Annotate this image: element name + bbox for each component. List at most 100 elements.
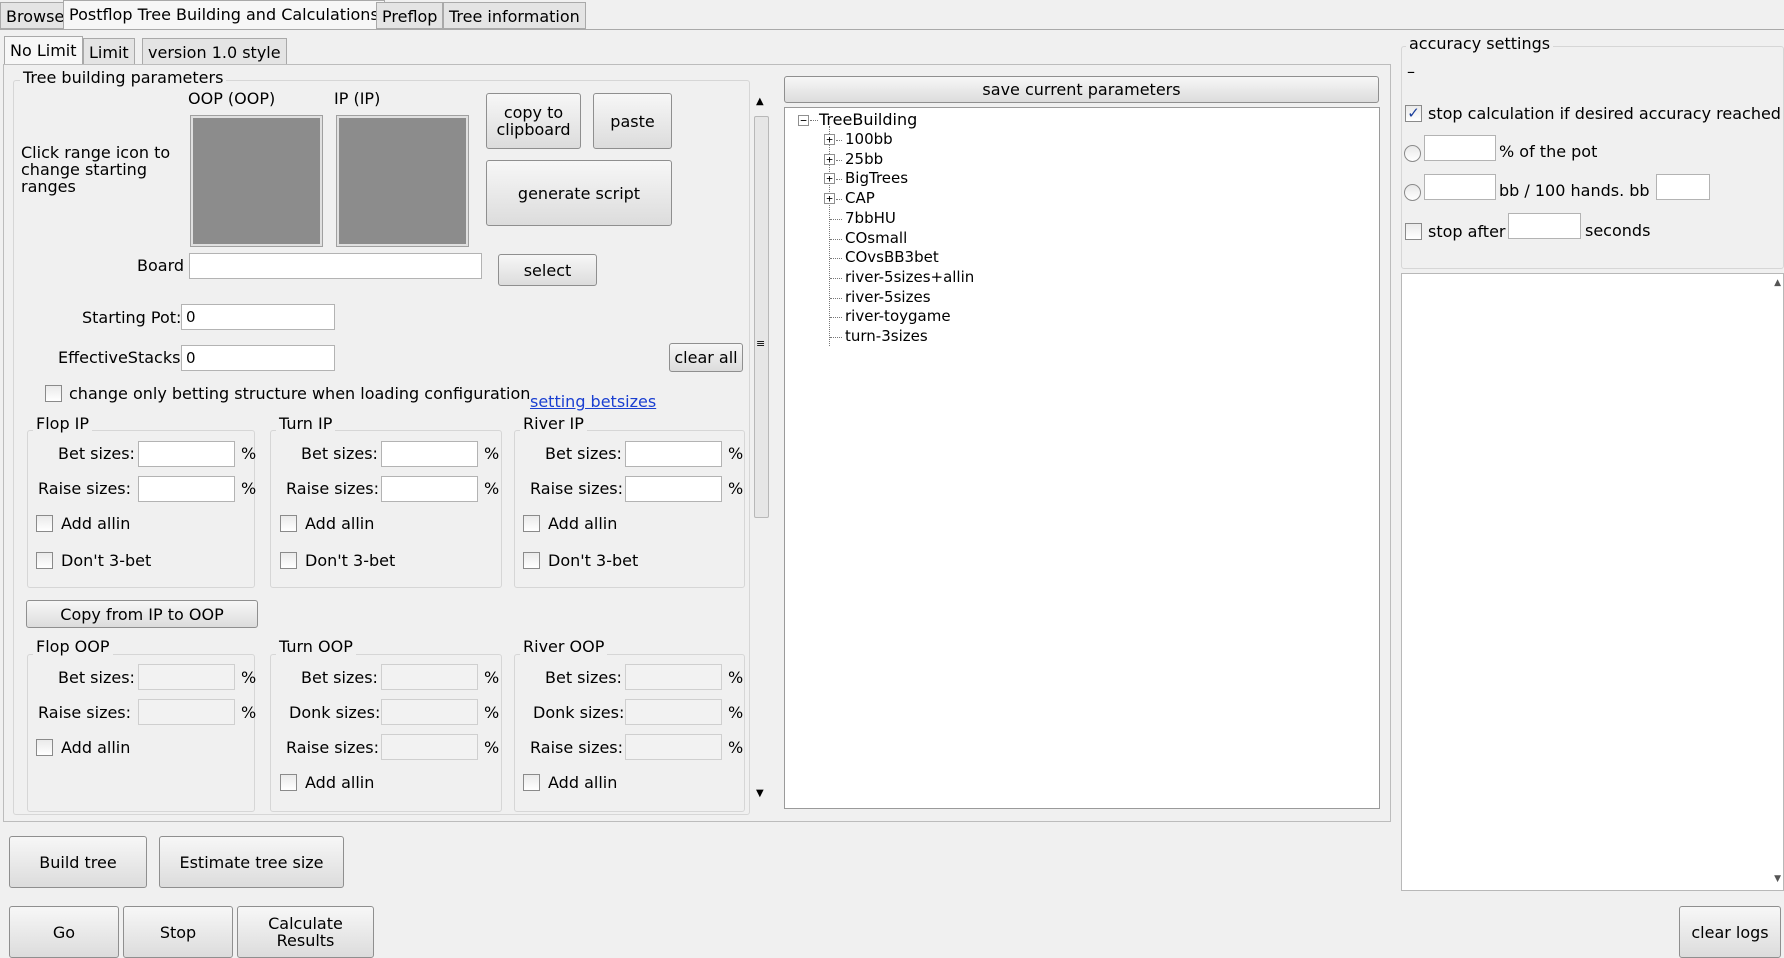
river-ip-bet-input[interactable] xyxy=(625,441,722,467)
tree-item[interactable]: COsmall xyxy=(785,229,1085,248)
percent-label: % xyxy=(728,703,744,722)
expand-icon[interactable]: + xyxy=(824,134,835,145)
subtab-limit[interactable]: Limit xyxy=(83,38,135,65)
go-button[interactable]: Go xyxy=(9,906,119,958)
flop-ip-raise-input[interactable] xyxy=(138,476,235,502)
save-parameters-button[interactable]: save current parameters xyxy=(784,76,1379,103)
tree-item[interactable]: +25bb xyxy=(785,150,1085,169)
stop-after-input[interactable] xyxy=(1508,213,1581,239)
tree-item[interactable]: COvsBB3bet xyxy=(785,248,1085,267)
tree-item[interactable]: river-5sizes xyxy=(785,288,1085,307)
log-area[interactable]: ▲ ▼ xyxy=(1401,273,1784,891)
log-scroll-down-icon[interactable]: ▼ xyxy=(1774,874,1781,884)
tree-item-label: river-5sizes+allin xyxy=(845,267,975,286)
stop-button[interactable]: Stop xyxy=(123,906,233,958)
turn-oop-allin-checkbox[interactable] xyxy=(280,774,297,791)
bb-hands-input[interactable] xyxy=(1424,174,1496,200)
percent-label: % xyxy=(484,668,500,687)
change-only-checkbox[interactable] xyxy=(45,385,62,402)
copy-to-clipboard-button[interactable]: copy to clipboard xyxy=(486,93,581,149)
setting-betsizes-link[interactable]: setting betsizes xyxy=(530,392,656,411)
select-board-button[interactable]: select xyxy=(498,254,597,286)
tree-item[interactable]: 7bbHU xyxy=(785,209,1085,228)
pct-pot-radio[interactable] xyxy=(1404,145,1421,162)
tree-item-label: river-5sizes xyxy=(845,287,931,306)
turn-oop-title: Turn OOP xyxy=(276,637,356,656)
subtab-version-1[interactable]: version 1.0 style xyxy=(142,38,287,65)
copy-ip-to-oop-button[interactable]: Copy from IP to OOP xyxy=(26,600,258,628)
turn-ip-allin-label: Add allin xyxy=(305,514,375,533)
flop-oop-allin-label: Add allin xyxy=(61,738,131,757)
paste-button[interactable]: paste xyxy=(593,93,672,149)
flop-oop-bet-input[interactable] xyxy=(138,664,235,690)
scroll-up-icon[interactable]: ▲ xyxy=(756,96,764,107)
tree-item[interactable]: turn-3sizes xyxy=(785,327,1085,346)
tree-item-label: river-toygame xyxy=(845,307,951,326)
flop-oop-allin-checkbox[interactable] xyxy=(36,739,53,756)
turn-ip-dont3bet-checkbox[interactable] xyxy=(280,552,297,569)
clear-logs-button[interactable]: clear logs xyxy=(1679,906,1781,958)
river-ip-allin-checkbox[interactable] xyxy=(523,515,540,532)
river-oop-title: River OOP xyxy=(520,637,608,656)
expand-icon[interactable]: + xyxy=(824,173,835,185)
river-oop-bet-input[interactable] xyxy=(625,664,722,690)
tab-preflop[interactable]: Preflop xyxy=(376,2,444,29)
log-scroll-up-icon[interactable]: ▲ xyxy=(1774,278,1781,288)
percent-label: % xyxy=(241,444,257,463)
tree-parameters-title: Tree building parameters xyxy=(20,68,227,87)
subtab-no-limit[interactable]: No Limit xyxy=(4,36,83,65)
river-ip-dont3bet-checkbox[interactable] xyxy=(523,552,540,569)
build-tree-button[interactable]: Build tree xyxy=(9,836,147,888)
collapse-icon[interactable]: − xyxy=(798,115,809,126)
turn-oop-bet-input[interactable] xyxy=(381,664,478,690)
flop-oop-raise-input[interactable] xyxy=(138,699,235,725)
flop-ip-bet-label: Bet sizes: xyxy=(58,444,135,463)
flop-ip-dont3bet-label: Don't 3-bet xyxy=(61,551,152,570)
params-scrollbar[interactable]: ▲ ≡ ▼ xyxy=(753,92,770,806)
starting-pot-input[interactable]: 0 xyxy=(181,304,335,330)
params-scroll-thumb[interactable] xyxy=(754,116,769,518)
generate-script-button[interactable]: generate script xyxy=(486,160,672,226)
stop-after-checkbox[interactable] xyxy=(1405,223,1422,240)
ip-range-box[interactable] xyxy=(336,115,469,247)
turn-oop-donk-input[interactable] xyxy=(381,699,478,725)
pct-pot-input[interactable] xyxy=(1424,135,1496,161)
tab-postflop[interactable]: Postflop Tree Building and Calculations xyxy=(63,0,385,30)
turn-ip-raise-label: Raise sizes: xyxy=(286,479,380,498)
turn-ip-raise-input[interactable] xyxy=(381,476,478,502)
tree-item[interactable]: river-5sizes+allin xyxy=(785,268,1085,287)
river-ip-raise-input[interactable] xyxy=(625,476,722,502)
flop-ip-dont3bet-checkbox[interactable] xyxy=(36,552,53,569)
estimate-tree-size-button[interactable]: Estimate tree size xyxy=(159,836,344,888)
expand-icon[interactable]: + xyxy=(824,193,835,205)
turn-oop-raise-input[interactable] xyxy=(381,734,478,760)
tree-item[interactable]: +100bb xyxy=(785,130,1085,149)
board-input[interactable] xyxy=(189,253,482,279)
expand-icon[interactable]: + xyxy=(824,153,835,165)
percent-label: % xyxy=(484,703,500,722)
effective-stacks-label: EffectiveStacks xyxy=(58,348,181,367)
calculate-results-button[interactable]: Calculate Results xyxy=(237,906,374,958)
tree-item[interactable]: + CAP xyxy=(785,189,1085,208)
scroll-down-icon[interactable]: ▼ xyxy=(756,788,764,799)
river-oop-allin-checkbox[interactable] xyxy=(523,774,540,791)
effective-stacks-input[interactable]: 0 xyxy=(181,345,335,371)
turn-ip-bet-input[interactable] xyxy=(381,441,478,467)
flop-ip-bet-input[interactable] xyxy=(138,441,235,467)
tree-item[interactable]: + BigTrees xyxy=(785,169,1085,188)
tree-root[interactable]: TreeBuilding xyxy=(819,110,917,129)
flop-ip-allin-checkbox[interactable] xyxy=(36,515,53,532)
tree-item[interactable]: river-toygame xyxy=(785,307,1085,326)
bb-value-input[interactable] xyxy=(1656,174,1710,200)
oop-range-box[interactable] xyxy=(190,115,323,247)
pct-pot-label: % of the pot xyxy=(1499,142,1598,161)
turn-ip-allin-checkbox[interactable] xyxy=(280,515,297,532)
tab-tree-information[interactable]: Tree information xyxy=(443,2,586,29)
river-oop-raise-input[interactable] xyxy=(625,734,722,760)
tree-view[interactable]: − TreeBuilding +100bb +25bb + BigTrees + CAP 7… xyxy=(784,107,1380,809)
river-oop-donk-input[interactable] xyxy=(625,699,722,725)
clear-all-button[interactable]: clear all xyxy=(669,343,743,372)
stop-calc-checkbox[interactable]: ✓ xyxy=(1405,105,1422,122)
river-ip-bet-label: Bet sizes: xyxy=(545,444,622,463)
bb-hands-radio[interactable] xyxy=(1404,184,1421,201)
